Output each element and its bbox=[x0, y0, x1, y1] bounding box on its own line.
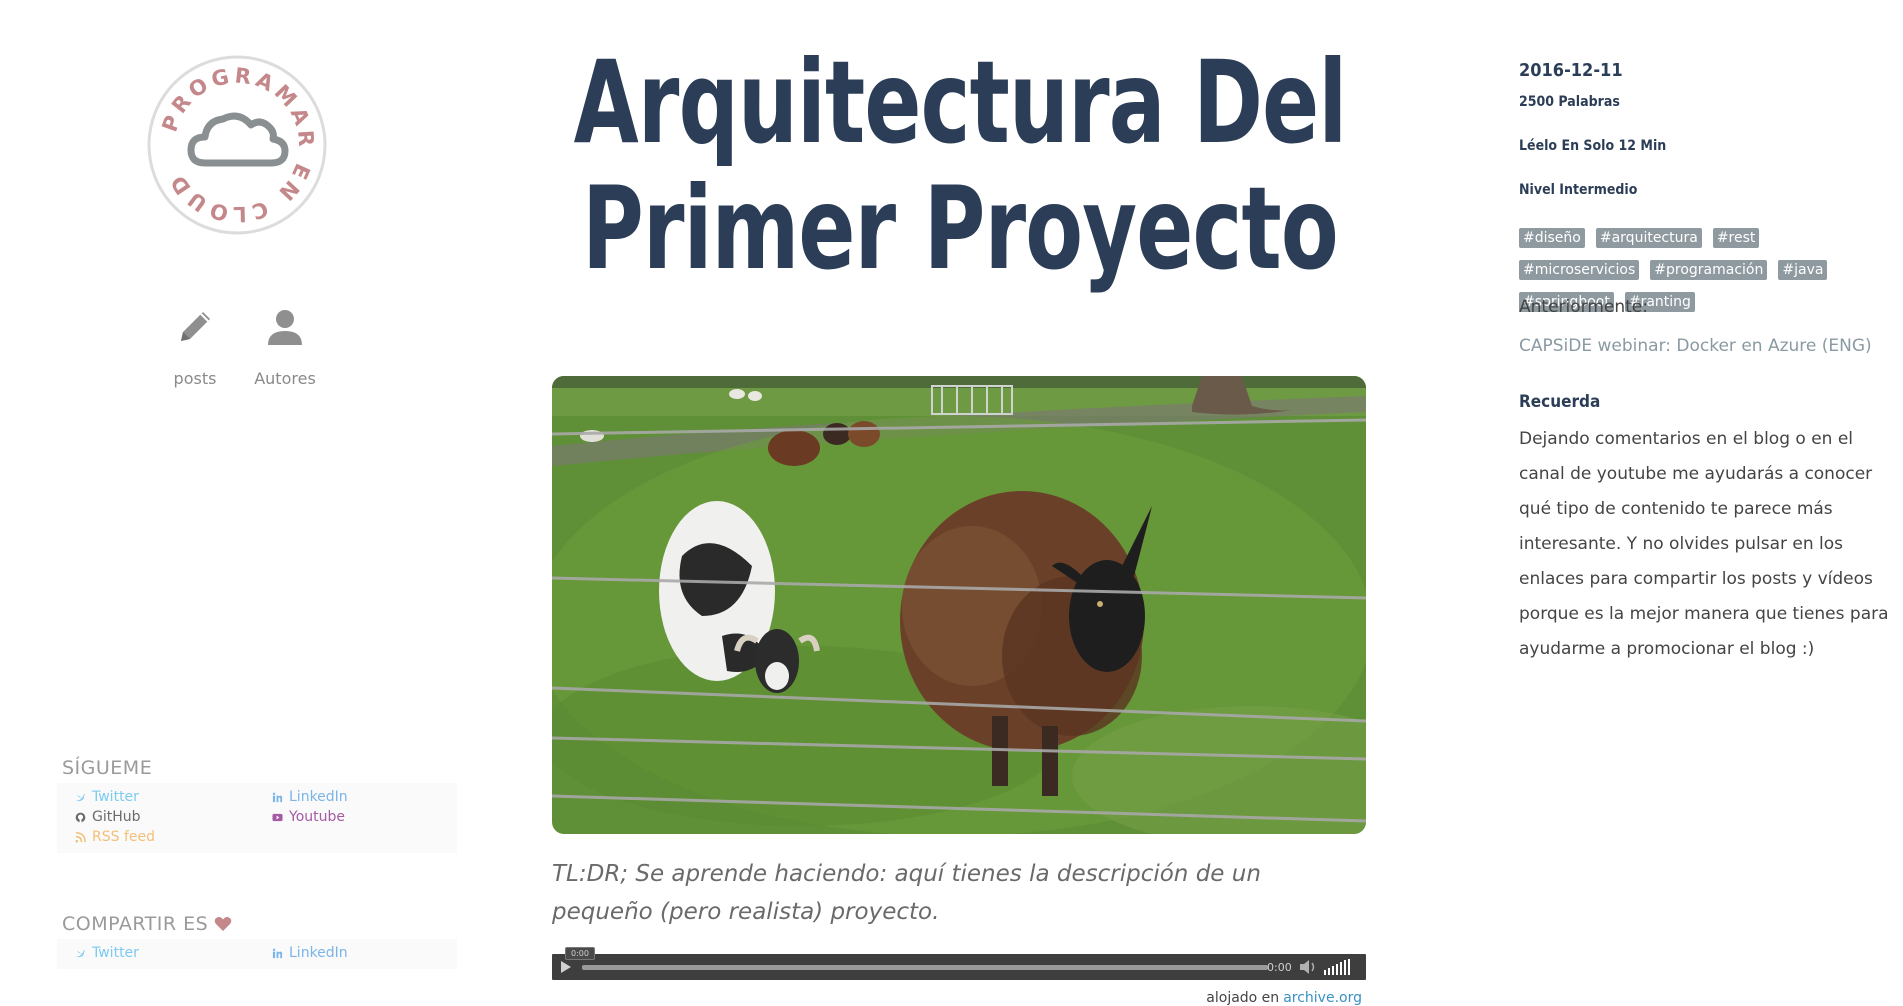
difficulty-level: Nivel Intermedio bbox=[1519, 182, 1638, 198]
nav-authors[interactable]: Autores bbox=[254, 305, 316, 388]
linkedin-icon bbox=[272, 948, 283, 958]
follow-twitter-label: Twitter bbox=[92, 789, 139, 805]
share-linkedin-link[interactable]: LinkedIn bbox=[272, 945, 452, 961]
follow-linkedin-label: LinkedIn bbox=[289, 789, 348, 805]
word-count: 2500 Palabras bbox=[1519, 94, 1620, 110]
previous-post-link[interactable]: CAPSiDE webinar: Docker en Azure (ENG) bbox=[1519, 336, 1872, 356]
tag[interactable]: #microservicios bbox=[1519, 260, 1640, 280]
youtube-icon bbox=[272, 813, 283, 821]
sheep-photo bbox=[552, 376, 1366, 834]
archive-link[interactable]: archive.org bbox=[1283, 990, 1362, 1006]
share-section: COMPARTIR ES Twitter LinkedIn bbox=[57, 913, 457, 969]
share-title: COMPARTIR ES bbox=[62, 913, 209, 935]
play-icon[interactable] bbox=[556, 958, 574, 976]
post-date: 2016-12-11 bbox=[1519, 60, 1623, 81]
hosted-label: alojado en bbox=[1206, 990, 1280, 1006]
tag[interactable]: #rest bbox=[1712, 228, 1760, 248]
github-icon bbox=[75, 812, 86, 823]
tag[interactable]: #arquitectura bbox=[1595, 228, 1702, 248]
tag[interactable]: #java bbox=[1778, 260, 1828, 280]
follow-github-label: GitHub bbox=[92, 809, 141, 825]
share-linkedin-label: LinkedIn bbox=[289, 945, 348, 961]
audio-player: 0:00 0:00 bbox=[552, 947, 1366, 980]
post-title: Arquitectura Del Primer Proyecto bbox=[573, 36, 1348, 295]
follow-section: SÍGUEME Twitter LinkedIn GitHub Youtube … bbox=[57, 757, 457, 853]
follow-links: Twitter LinkedIn GitHub Youtube RSS feed bbox=[57, 783, 457, 853]
nav-authors-label: Autores bbox=[254, 369, 316, 388]
volume-icon[interactable] bbox=[1298, 959, 1318, 975]
share-twitter-label: Twitter bbox=[92, 945, 139, 961]
twitter-icon bbox=[75, 793, 86, 801]
main-nav: posts Autores bbox=[170, 305, 316, 388]
remember-text: Dejando comentarios en el blog o en el c… bbox=[1519, 429, 1889, 659]
tag[interactable]: #programación bbox=[1650, 260, 1768, 280]
follow-youtube-link[interactable]: Youtube bbox=[272, 809, 452, 825]
audio-progress-bar[interactable] bbox=[582, 965, 1268, 970]
follow-linkedin-link[interactable]: LinkedIn bbox=[272, 789, 452, 805]
user-icon bbox=[268, 310, 302, 345]
read-time: Léelo En Solo 12 Min bbox=[1519, 138, 1667, 154]
follow-rss-label: RSS feed bbox=[92, 829, 155, 845]
cloud-logo-icon: PROGRAMAR EN CLOUD bbox=[147, 55, 327, 235]
follow-github-link[interactable]: GitHub bbox=[75, 809, 272, 825]
rss-icon bbox=[75, 831, 86, 842]
linkedin-icon bbox=[272, 792, 283, 802]
post-summary: TL:DR; Se aprende haciendo: aquí tienes … bbox=[552, 861, 1261, 925]
nav-posts[interactable]: posts bbox=[170, 305, 220, 388]
share-title-row: COMPARTIR ES bbox=[62, 913, 457, 935]
nav-posts-label: posts bbox=[173, 369, 217, 388]
audio-time-bubble: 0:00 bbox=[565, 947, 595, 960]
volume-slider[interactable] bbox=[1324, 959, 1350, 975]
site-logo[interactable]: PROGRAMAR EN CLOUD bbox=[147, 55, 327, 235]
share-links: Twitter LinkedIn bbox=[57, 939, 457, 969]
follow-twitter-link[interactable]: Twitter bbox=[75, 789, 272, 805]
audio-current-time: 0:00 bbox=[1267, 961, 1292, 974]
remember-heading: Recuerda bbox=[1519, 392, 1601, 412]
follow-title: SÍGUEME bbox=[62, 757, 153, 779]
hosted-note: alojado en archive.org bbox=[1100, 990, 1362, 1006]
heart-icon bbox=[214, 917, 232, 931]
follow-youtube-label: Youtube bbox=[289, 809, 345, 825]
previous-post-label: Anteriormente: bbox=[1519, 297, 1648, 317]
follow-rss-link[interactable]: RSS feed bbox=[75, 829, 272, 845]
twitter-icon bbox=[75, 949, 86, 957]
tag[interactable]: #diseño bbox=[1519, 228, 1585, 248]
pencil-icon bbox=[181, 312, 210, 341]
share-twitter-link[interactable]: Twitter bbox=[75, 945, 272, 961]
hero-image bbox=[552, 376, 1366, 834]
